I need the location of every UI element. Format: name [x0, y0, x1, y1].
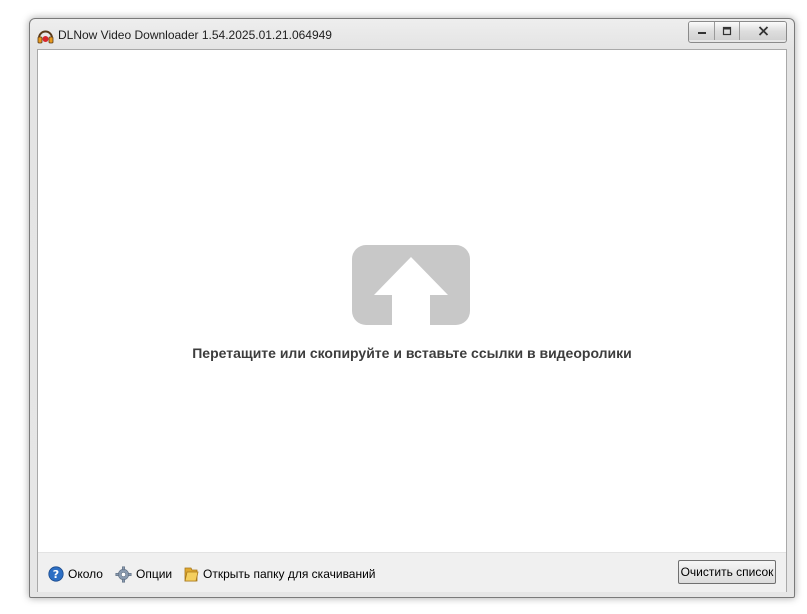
svg-text:?: ?	[53, 568, 59, 581]
app-window: DLNow Video Downloader 1.54.2025.01.21.0…	[29, 18, 795, 598]
about-label: Около	[68, 567, 103, 581]
title-bar[interactable]: DLNow Video Downloader 1.54.2025.01.21.0…	[30, 19, 794, 49]
minimize-button[interactable]	[689, 22, 715, 40]
open-folder-button[interactable]: Открыть папку для скачиваний	[183, 565, 376, 583]
close-icon	[758, 26, 768, 36]
options-label: Опции	[136, 567, 173, 581]
window-title: DLNow Video Downloader 1.54.2025.01.21.0…	[58, 28, 332, 42]
upload-arrow-icon	[352, 245, 470, 325]
close-button[interactable]	[740, 22, 786, 40]
minimize-icon	[697, 32, 706, 34]
maximize-icon	[722, 26, 732, 36]
bottom-toolbar: ? Около Опции Открыть папку для скачиван…	[38, 552, 786, 592]
open-folder-label: Открыть папку для скачиваний	[203, 567, 376, 581]
caption-buttons	[688, 21, 787, 43]
client-area: Перетащите или скопируйте и вставьте ссы…	[37, 49, 787, 592]
gear-icon	[115, 566, 132, 582]
drop-zone[interactable]: Перетащите или скопируйте и вставьте ссы…	[38, 50, 786, 552]
maximize-button[interactable]	[715, 22, 740, 40]
drop-hint-text: Перетащите или скопируйте и вставьте ссы…	[192, 345, 632, 361]
help-icon: ?	[48, 566, 64, 582]
folder-icon	[184, 567, 199, 581]
options-button[interactable]: Опции	[115, 565, 172, 583]
about-button[interactable]: ? Около	[48, 565, 103, 583]
headphones-app-icon	[37, 30, 54, 44]
clear-list-button[interactable]: Очистить список	[678, 560, 776, 584]
